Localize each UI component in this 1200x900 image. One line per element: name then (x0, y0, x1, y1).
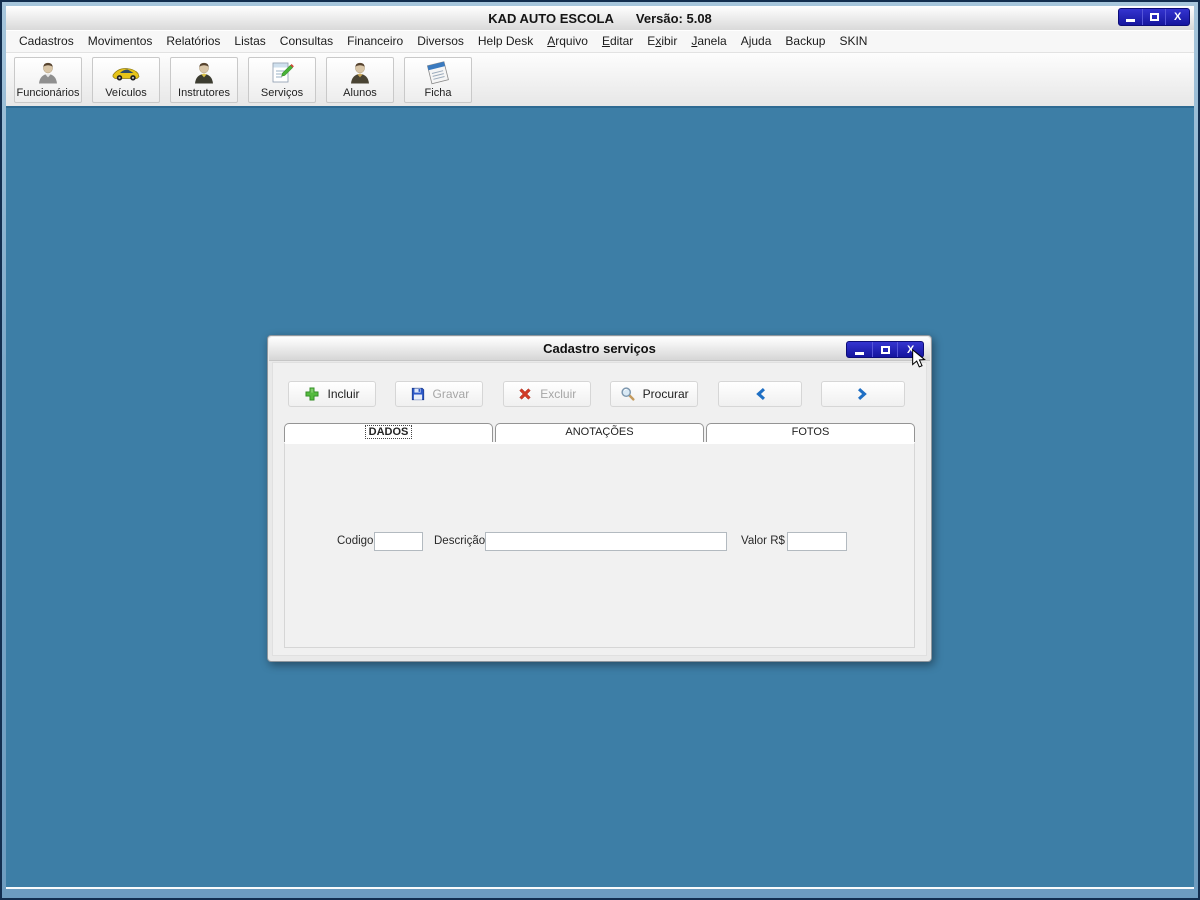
save-floppy-icon (410, 386, 426, 402)
button-label: Incluir (327, 387, 360, 401)
menu-item-ajuda[interactable]: Ajuda (734, 31, 779, 52)
incluir-button[interactable]: Incluir (288, 381, 376, 407)
valor-label: Valor R$ (741, 535, 785, 547)
codigo-input[interactable] (374, 532, 423, 551)
procurar-button[interactable]: Procurar (610, 381, 699, 407)
gravar-button[interactable]: Gravar (395, 381, 484, 407)
excluir-button[interactable]: Excluir (502, 381, 591, 407)
dialog-close-button[interactable]: X (897, 342, 923, 357)
toolbar-button-veiculos[interactable]: Veículos (92, 56, 160, 103)
tab-label: FOTOS (791, 426, 830, 438)
close-icon: X (907, 343, 915, 356)
valor-input[interactable] (787, 532, 847, 551)
descricao-input[interactable] (485, 532, 727, 551)
menu-item-exibir[interactable]: Exibir (640, 31, 684, 52)
menu-item-skin[interactable]: SKIN (832, 31, 874, 52)
dialog-window-controls: X (846, 341, 924, 358)
menu-item-cadastros[interactable]: Cadastros (12, 31, 81, 52)
delete-x-icon (517, 386, 533, 402)
toolbar-button-label: Veículos (105, 86, 147, 99)
cadastro-servicos-dialog: Cadastro serviços X Incluir Gravar Exclu… (267, 335, 932, 662)
car-icon (111, 60, 141, 87)
search-magnifier-icon (620, 386, 636, 402)
toolbar-button-servicos[interactable]: Serviços (248, 56, 316, 103)
app-window-controls: X (1118, 8, 1190, 26)
student-person-icon (347, 60, 373, 87)
document-pencil-icon (269, 60, 295, 87)
maximize-icon (880, 345, 890, 354)
chevron-left-button[interactable] (717, 381, 802, 407)
menu-item-movimentos[interactable]: Movimentos (81, 31, 160, 52)
codigo-label: Codigo (337, 535, 374, 547)
toolbar-button-funcionarios[interactable]: Funcionários (14, 56, 82, 103)
dialog-toolbar: Incluir Gravar Excluir Procurar (288, 381, 905, 407)
dialog-title: Cadastro serviços (543, 341, 656, 356)
menu-item-editar[interactable]: Editar (595, 31, 640, 52)
menu-item-financeiro[interactable]: Financeiro (340, 31, 410, 52)
plus-icon (304, 386, 320, 402)
minimize-icon (1125, 19, 1135, 22)
menu-item-janela[interactable]: Janela (684, 31, 733, 52)
toolbar-button-label: Alunos (343, 86, 377, 99)
tab-fotos[interactable]: FOTOS (706, 423, 915, 442)
dialog-maximize-button[interactable] (871, 342, 898, 357)
notepad-icon (424, 60, 452, 87)
chevron-right-button[interactable] (820, 381, 905, 407)
app-title-bar[interactable]: KAD AUTO ESCOLA Versão: 5.08 X (6, 6, 1194, 30)
chevron-left-icon (753, 387, 767, 401)
menu-item-relatorios[interactable]: Relatórios (159, 31, 227, 52)
toolbar-button-ficha[interactable]: Ficha (404, 56, 472, 103)
menu-item-backup[interactable]: Backup (778, 31, 832, 52)
menu-item-help-desk[interactable]: Help Desk (471, 31, 540, 52)
tab-row: DADOS ANOTAÇÕES FOTOS (284, 423, 915, 442)
toolbar-button-instrutores[interactable]: Instrutores (170, 56, 238, 103)
toolbar-button-label: Funcionários (16, 86, 80, 99)
tab-label: DADOS (364, 425, 413, 439)
toolbar-button-alunos[interactable]: Alunos (326, 56, 394, 103)
button-label: Gravar (432, 387, 470, 401)
dialog-body: Incluir Gravar Excluir Procurar DADOS ANO… (272, 362, 927, 656)
maximize-button[interactable] (1141, 9, 1166, 25)
instructor-person-icon (191, 60, 217, 87)
tab-dados[interactable]: DADOS (284, 423, 493, 442)
app-version: Versão: 5.08 (635, 10, 712, 26)
maximize-icon (1149, 13, 1159, 21)
tab-panel-dados: Codigo Descrição Valor R$ (284, 442, 915, 648)
toolbar-button-label: Ficha (424, 86, 452, 99)
dialog-title-bar[interactable]: Cadastro serviços X (269, 337, 930, 361)
tab-anotacoes[interactable]: ANOTAÇÕES (495, 423, 704, 442)
app-title: KAD AUTO ESCOLA (488, 10, 614, 26)
employee-person-icon (35, 60, 61, 87)
minimize-button[interactable] (1119, 9, 1142, 25)
menu-item-listas[interactable]: Listas (227, 31, 272, 52)
button-label: Procurar (642, 387, 689, 401)
dialog-minimize-button[interactable] (847, 342, 872, 357)
tab-label: ANOTAÇÕES (565, 426, 634, 438)
menu-bar: Cadastros Movimentos Relatórios Listas Consu… (6, 30, 1194, 53)
descricao-label: Descrição (434, 535, 486, 547)
menu-item-diversos[interactable]: Diversos (410, 31, 471, 52)
toolbar-button-label: Serviços (260, 86, 304, 99)
minimize-icon (854, 351, 864, 355)
close-icon: X (1174, 11, 1182, 23)
menu-item-arquivo[interactable]: Arquivo (540, 31, 595, 52)
button-label: Excluir (540, 387, 577, 401)
close-button[interactable]: X (1165, 9, 1189, 25)
toolbar-button-label: Instrutores (178, 86, 230, 99)
main-toolbar: Funcionários Veículos Instrutores Serviç… (6, 53, 1194, 108)
menu-item-consultas[interactable]: Consultas (273, 31, 340, 52)
chevron-right-icon (856, 387, 870, 401)
